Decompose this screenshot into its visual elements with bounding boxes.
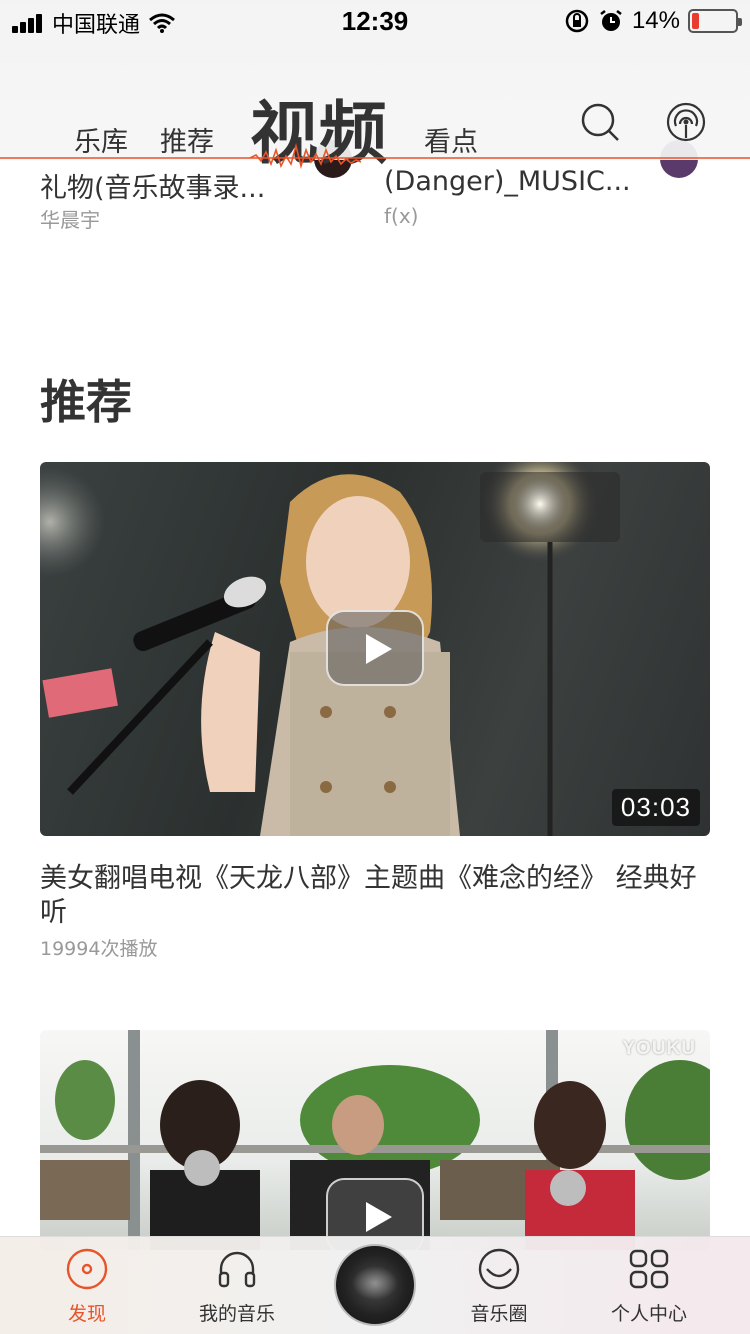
grid-apps-icon [629,1249,669,1289]
smile-face-icon [478,1248,520,1290]
now-playing-disc[interactable] [334,1244,416,1326]
tab-label: 我的音乐 [198,1303,275,1325]
rotation-lock-icon [565,9,589,33]
battery-percent: 14% [631,7,680,34]
alarm-icon [600,10,622,31]
play-button[interactable] [326,610,424,686]
tab-my-music[interactable]: 我的音乐 [172,1247,302,1326]
status-bar: 中国联通 12:39 14% [0,0,750,40]
tab-label: 音乐圈 [470,1303,528,1325]
tab-profile[interactable]: 个人中心 [584,1247,714,1326]
song-artist: f(x) [384,204,419,228]
headphones-icon [218,1251,256,1288]
tab-label: 发现 [67,1303,106,1325]
tab-label: 个人中心 [610,1303,687,1325]
tab-music-circle[interactable]: 音乐圈 [434,1247,564,1326]
video-duration: 03:03 [611,789,700,826]
tab-discover[interactable]: 发现 [22,1247,152,1326]
song-artist: 华晨宇 [40,208,100,232]
youku-watermark: YOUKU [622,1038,696,1059]
discover-disc-icon [66,1248,108,1290]
bottom-tab-bar: 发现 我的音乐 音乐圈 个人中心 [0,1236,750,1334]
search-icon[interactable] [578,100,622,144]
battery-icon [688,9,742,33]
radio-broadcast-icon[interactable] [664,100,708,144]
video-thumbnail[interactable]: 03:03 [40,462,710,836]
section-title: 推荐 [40,375,132,429]
video-title[interactable]: 美女翻唱电视《天龙八部》主题曲《难念的经》 经典好听 [40,862,720,930]
video-thumbnail[interactable]: YOUKU [40,1030,710,1250]
play-count: 19994次播放 [40,938,158,960]
audio-waveform [0,142,750,169]
